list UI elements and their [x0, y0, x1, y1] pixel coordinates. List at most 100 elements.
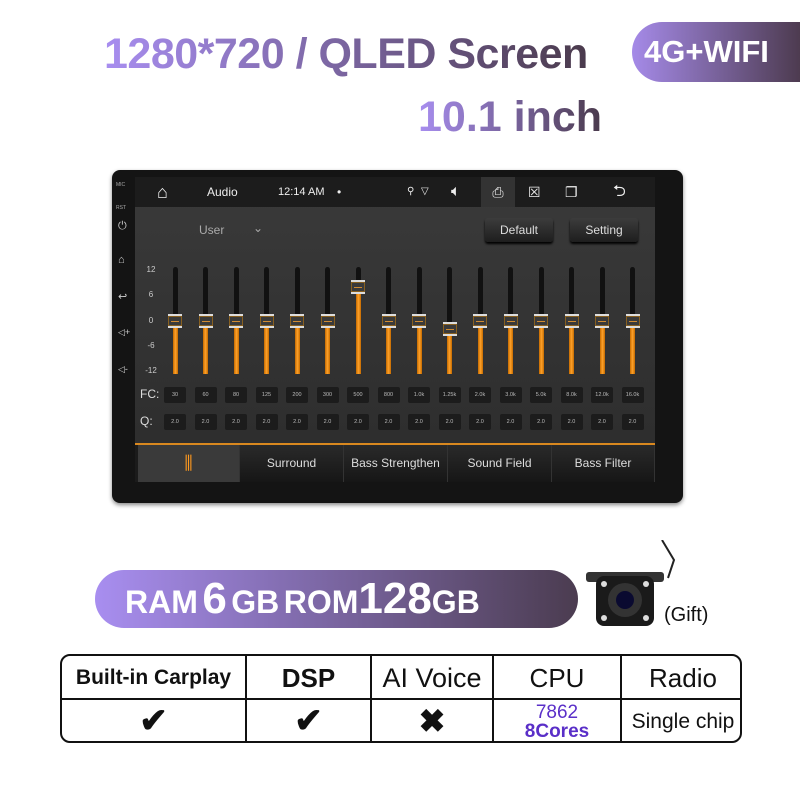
fc-value[interactable]: 125 [255, 387, 278, 403]
slider-knob[interactable] [168, 313, 182, 328]
screenshot-icon[interactable]: ⎙ [481, 177, 515, 207]
q-value[interactable]: 2.0 [621, 414, 644, 430]
specs-table: Built-in Carplay DSP AI Voice CPU Radio … [60, 654, 742, 743]
q-value[interactable]: 2.0 [560, 414, 583, 430]
q-value[interactable]: 2.0 [438, 414, 461, 430]
cpu-cores: 8Cores [524, 721, 590, 742]
gift-label: (Gift) [664, 604, 709, 626]
screen-size: 10.1 inch [418, 93, 603, 141]
slider-knob[interactable] [625, 313, 640, 328]
slider-knob[interactable] [442, 321, 457, 336]
volume-up-icon[interactable]: ◁+ [118, 327, 130, 338]
mic-label: MIC [116, 182, 126, 188]
scale-tick: -12 [145, 366, 157, 375]
fc-value[interactable]: 1.0k [408, 387, 430, 403]
wifi-icon: ▽ [421, 186, 429, 197]
tab-surround[interactable]: Surround [240, 445, 344, 482]
slider-knob[interactable] [503, 313, 518, 328]
q-value[interactable]: 2.0 [530, 414, 552, 430]
slider-fill [538, 320, 544, 374]
slider-fill [325, 320, 330, 374]
slider-knob[interactable] [290, 313, 304, 328]
q-value[interactable]: 2.0 [255, 414, 278, 430]
fc-value[interactable]: 800 [377, 387, 400, 403]
tab-bass-strengthen[interactable]: Bass Strengthen [344, 445, 448, 482]
q-label: Q: [140, 414, 153, 428]
fc-value[interactable]: 200 [286, 387, 308, 403]
ram-label: RAM [125, 584, 198, 620]
slider-knob[interactable] [473, 313, 487, 328]
scale-tick: -6 [147, 340, 155, 350]
slider-knob[interactable] [351, 279, 365, 294]
q-value[interactable]: 2.0 [469, 414, 491, 430]
location-icon: ⚲ [407, 186, 415, 197]
eq-screen: ⌂ Audio 12:14 AM • ⚲ ▽ 🔈︎ ⎙ ☒ ❐ ⮌ User ⌄… [135, 177, 655, 482]
slider-fill [203, 320, 208, 374]
tab-bass-filter[interactable]: Bass Filter [552, 445, 655, 482]
slider-fill [386, 320, 391, 374]
rom-label: ROM [283, 584, 359, 620]
q-value[interactable]: 2.0 [225, 414, 247, 430]
q-value[interactable]: 2.0 [591, 414, 613, 430]
radio-value: Single chip [631, 710, 735, 733]
q-value[interactable]: 2.0 [347, 414, 369, 430]
tab-equalizer[interactable]: ⫼ [138, 445, 240, 482]
power-icon[interactable]: ⏻ [118, 220, 127, 233]
q-value[interactable]: 2.0 [408, 414, 430, 430]
fc-value[interactable]: 300 [316, 387, 339, 403]
cpu-value: 7862 8Cores [494, 700, 622, 742]
recent-apps-icon[interactable]: ❐ [565, 177, 578, 207]
q-value[interactable]: 2.0 [499, 414, 522, 430]
home-icon[interactable]: ⌂ [157, 177, 168, 207]
audio-tabs: ⫼ Surround Bass Strengthen Sound Field B… [135, 443, 655, 482]
back-icon[interactable]: ⮌ [613, 177, 626, 207]
rom-value: 128 [358, 574, 432, 623]
cross-icon: ✖ [372, 700, 494, 741]
slider-knob[interactable] [320, 313, 335, 328]
tab-sound-field[interactable]: Sound Field [448, 445, 552, 482]
cpu-model: 7862 [535, 702, 579, 723]
fc-value[interactable]: 2.0k [469, 387, 491, 403]
fc-value[interactable]: 5.0k [530, 387, 552, 403]
q-value[interactable]: 2.0 [377, 414, 400, 430]
check-icon: ✔ [247, 700, 372, 741]
fc-value[interactable]: 80 [225, 387, 247, 403]
close-window-icon[interactable]: ☒ [528, 177, 541, 207]
q-value[interactable]: 2.0 [164, 414, 186, 430]
volume-down-icon[interactable]: ◁- [118, 364, 128, 375]
fc-value[interactable]: 12.0k [591, 387, 613, 403]
q-value[interactable]: 2.0 [194, 414, 217, 430]
scale-tick: 0 [148, 315, 154, 325]
q-value[interactable]: 2.0 [316, 414, 339, 430]
fc-value[interactable]: 30 [164, 387, 186, 403]
slider-knob[interactable] [412, 313, 426, 328]
rst-label: RST [116, 205, 126, 211]
slider-knob[interactable] [564, 313, 579, 328]
check-icon: ✔ [62, 700, 247, 741]
slider-knob[interactable] [381, 313, 396, 328]
slider-knob[interactable] [534, 313, 548, 328]
home-icon[interactable]: ⌂ [118, 254, 125, 266]
slider-fill [355, 286, 361, 374]
back-icon[interactable]: ↩ [118, 290, 127, 303]
setting-button[interactable]: Setting [570, 218, 638, 242]
slider-knob[interactable] [595, 313, 609, 328]
default-button[interactable]: Default [485, 218, 553, 242]
fc-value[interactable]: 500 [347, 387, 369, 403]
volume-icon[interactable]: 🔈︎ [451, 177, 461, 207]
fc-value[interactable]: 60 [194, 387, 217, 403]
fc-value[interactable]: 16.0k [621, 387, 644, 403]
slider-fill [264, 320, 269, 374]
slider-knob[interactable] [198, 313, 213, 328]
header-carplay: Built-in Carplay [62, 656, 247, 700]
slider-fill [294, 320, 300, 374]
slider-knob[interactable] [259, 313, 274, 328]
fc-value[interactable]: 1.25k [438, 387, 461, 403]
fc-value[interactable]: 8.0k [560, 387, 583, 403]
chevron-down-icon[interactable]: ⌄ [253, 221, 263, 235]
slider-knob[interactable] [229, 313, 243, 328]
ram-value: 6 [202, 574, 227, 623]
fc-value[interactable]: 3.0k [499, 387, 522, 403]
preset-select[interactable]: User [199, 223, 224, 237]
q-value[interactable]: 2.0 [286, 414, 308, 430]
